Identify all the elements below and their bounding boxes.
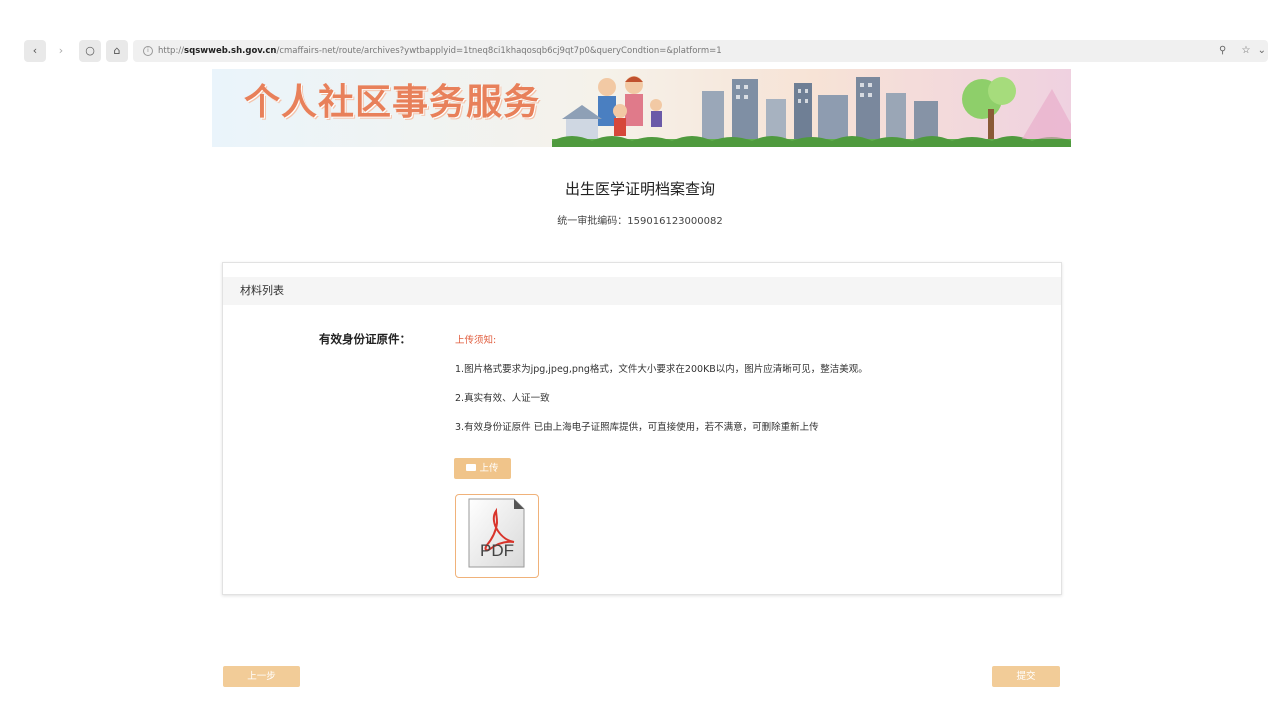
reload-icon[interactable]: ○	[79, 40, 101, 62]
bookmark-star-icon[interactable]: ☆	[1241, 45, 1250, 56]
back-icon[interactable]: ‹	[24, 40, 46, 62]
upload-notice-title: 上传须知:	[455, 335, 497, 346]
approval-code: 统一审批编码：159016123000082	[557, 216, 723, 227]
url-path: /cmaffairs-net/route/archives?ywtbapplyi…	[276, 46, 722, 56]
home-icon[interactable]: ⌂	[106, 40, 128, 62]
zoom-icon[interactable]: ⚲	[1219, 45, 1226, 56]
folder-open-icon	[466, 464, 477, 471]
materials-header: 材料列表	[223, 277, 1061, 305]
pdf-file-icon	[468, 498, 525, 568]
banner-title: 个人社区事务服务	[244, 81, 541, 123]
city-family-illustration	[552, 76, 1071, 147]
upload-button-label: 上传	[479, 463, 499, 474]
upload-rule-2: 2.真实有效、人证一致	[455, 393, 550, 404]
toolbar-right: ⚲ ☆ ⌄	[1207, 40, 1266, 62]
page-banner: 个人社区事务服务	[212, 69, 1071, 147]
browser-toolbar: ‹ › ○ ⌂ i http://sqswweb.sh.gov.cn/cmaffa…	[0, 36, 1280, 66]
upload-rule-3: 3.有效身份证原件 已由上海电子证照库提供，可直接使用，若不满意，可删除重新上传	[455, 422, 819, 433]
materials-panel: 材料列表 有效身份证原件： 上传须知: 1.图片格式要求为jpg,jpeg,pn…	[222, 262, 1062, 595]
address-bar[interactable]: i http://sqswweb.sh.gov.cn/cmaffairs-net/…	[133, 40, 1268, 62]
chevron-down-icon[interactable]: ⌄	[1258, 45, 1266, 56]
page-title: 出生医学证明档案查询	[564, 180, 715, 198]
submit-button[interactable]: 提交	[992, 666, 1060, 687]
url-prefix: http://	[158, 46, 185, 56]
upload-button[interactable]: 上传	[454, 458, 511, 479]
pdf-label: PDF	[480, 541, 514, 560]
url-host: sqswweb.sh.gov.cn	[184, 46, 277, 56]
site-info-icon[interactable]: i	[143, 45, 153, 56]
pdf-file-thumbnail[interactable]: PDF	[455, 494, 539, 578]
forward-icon[interactable]: ›	[50, 40, 72, 62]
upload-rule-1: 1.图片格式要求为jpg,jpeg,png格式，文件大小要求在200KB以内，图…	[455, 364, 868, 375]
id-card-field-label: 有效身份证原件：	[319, 332, 411, 346]
prev-step-button[interactable]: 上一步	[223, 666, 300, 687]
